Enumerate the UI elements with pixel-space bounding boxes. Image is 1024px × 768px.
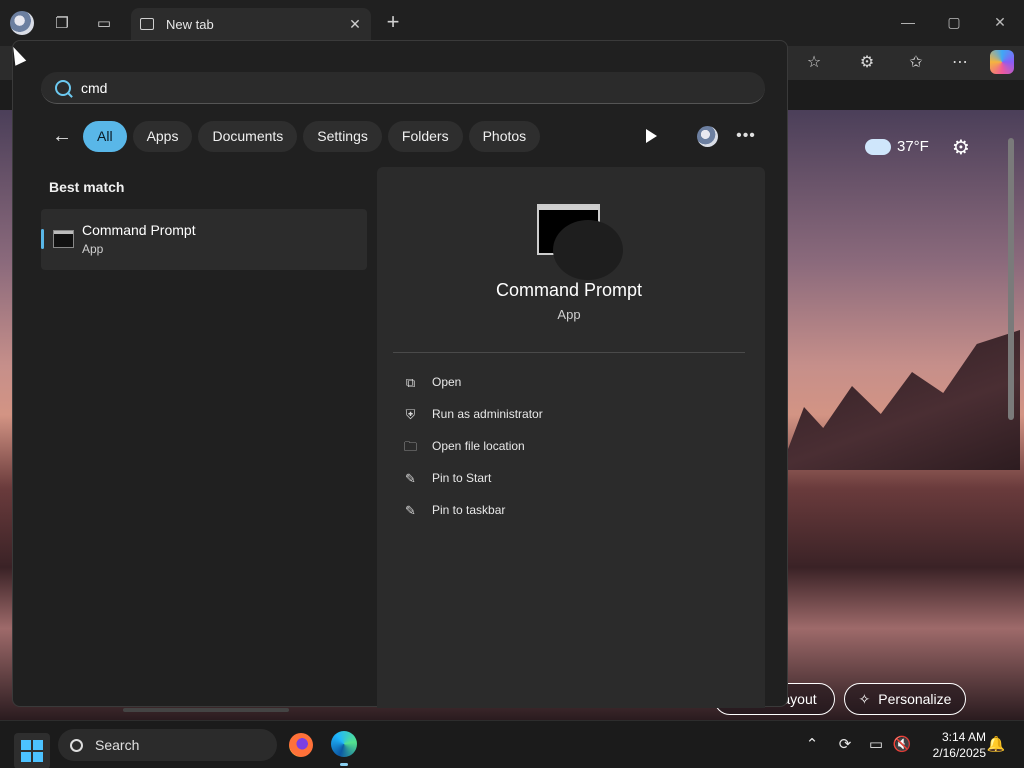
pin-icon: ✎ [405, 470, 416, 486]
close-tab-icon[interactable]: ✕ [347, 16, 363, 32]
personalize-icon: ✧ [858, 690, 871, 707]
search-icon [70, 738, 83, 752]
browser-profile-avatar[interactable] [10, 11, 34, 35]
taskbar-search-label: Search [95, 737, 140, 753]
action-label: Pin to taskbar [432, 503, 506, 517]
action-open-file-location[interactable]: 🗀 Open file location [403, 436, 525, 456]
detail-title: Command Prompt [495, 280, 643, 300]
chip-documents[interactable]: Documents [198, 121, 298, 152]
detail-subtitle: App [557, 307, 581, 322]
result-detail-pane: Command Prompt App ⧉ Open ⛨ Run as admin… [377, 167, 765, 708]
favorite-star-icon[interactable]: ☆ [803, 52, 825, 74]
command-prompt-large-icon [537, 204, 623, 280]
shield-icon: ⛨ [405, 406, 416, 422]
more-options-icon[interactable]: ••• [735, 125, 757, 147]
extensions-icon[interactable]: ⚙ [856, 52, 878, 74]
workspaces-icon[interactable]: ❐ [50, 11, 74, 35]
result-title: Command Prompt [82, 222, 196, 238]
open-external-icon: ⧉ [405, 374, 416, 390]
more-options-icon[interactable]: ⋯ [949, 52, 971, 74]
pin-icon: ✎ [405, 502, 416, 518]
folder-icon: 🗀 [403, 438, 417, 454]
action-run-as-administrator[interactable]: ⛨ Run as administrator [403, 404, 543, 424]
sync-icon[interactable]: ⟳ [835, 735, 855, 755]
windows-logo-icon [21, 740, 43, 762]
account-avatar[interactable] [697, 126, 718, 147]
page-scrollbar[interactable] [1008, 138, 1014, 420]
play-icon[interactable] [643, 127, 659, 145]
copilot-icon[interactable] [990, 50, 1014, 74]
close-window-button[interactable]: ✕ [990, 12, 1010, 32]
flyout-scrollbar[interactable] [123, 708, 289, 712]
screen: ❐ ▭ New tab ✕ + — ▢ ✕ ☆ ⚙ ✩ ⋯ 37°F ⚙ ayo… [0, 0, 1024, 768]
time: 3:14 AM [941, 730, 986, 744]
tab-actions-icon[interactable]: ▭ [92, 11, 116, 35]
search-input[interactable] [81, 79, 681, 96]
action-label: Run as administrator [432, 407, 543, 421]
back-arrow-icon[interactable]: ← [51, 125, 73, 147]
command-prompt-icon [53, 230, 74, 248]
minimize-button[interactable]: — [898, 12, 918, 32]
chip-photos[interactable]: Photos [468, 121, 541, 152]
selection-indicator [41, 229, 44, 249]
date: 2/16/2025 [932, 746, 986, 760]
firefox-icon[interactable] [289, 733, 313, 757]
action-label: Pin to Start [432, 471, 492, 485]
start-button[interactable] [14, 733, 50, 768]
search-icon [55, 79, 71, 96]
personalize-button[interactable]: ✧ Personalize [844, 683, 966, 715]
search-box[interactable] [41, 72, 765, 104]
notification-bell-icon[interactable]: 🔔 [986, 735, 1006, 755]
action-label: Open [432, 375, 462, 389]
temperature: 37°F [897, 138, 929, 155]
action-pin-to-taskbar[interactable]: ✎ Pin to taskbar [403, 500, 505, 520]
network-icon[interactable]: ▭ [866, 735, 886, 755]
mountain-scenery [780, 330, 1020, 470]
chip-folders[interactable]: Folders [387, 121, 463, 152]
weather-widget[interactable]: 37°F [865, 138, 929, 155]
chevron-up-icon[interactable]: ⌃ [802, 735, 822, 755]
chip-all[interactable]: All [83, 121, 127, 152]
running-indicator [340, 763, 348, 766]
clock[interactable]: 3:14 AM 2/16/2025 [920, 729, 986, 761]
new-tab-button[interactable]: + [383, 11, 403, 33]
result-subtitle: App [82, 242, 104, 256]
tab-title: New tab [166, 16, 214, 32]
filter-chips: All Apps Documents Settings Folders Phot… [83, 121, 541, 152]
chip-apps[interactable]: Apps [132, 121, 193, 152]
favorites-icon[interactable]: ✩ [905, 52, 927, 74]
divider [393, 352, 745, 353]
edge-icon[interactable] [331, 731, 357, 757]
maximize-button[interactable]: ▢ [944, 12, 964, 32]
taskbar-search[interactable]: Search [58, 729, 277, 761]
best-match-heading: Best match [49, 179, 125, 195]
taskbar: Search ⌃ ⟳ ▭ 🔇 3:14 AM 2/16/2025 🔔 [0, 720, 1024, 768]
cloud-icon [865, 138, 891, 155]
personalize-label: Personalize [878, 691, 952, 707]
action-open[interactable]: ⧉ Open [403, 372, 462, 392]
action-pin-to-start[interactable]: ✎ Pin to Start [403, 468, 491, 488]
new-tab-page-icon [140, 18, 154, 30]
chip-settings[interactable]: Settings [303, 121, 382, 152]
volume-muted-icon[interactable]: 🔇 [892, 735, 912, 755]
best-match-result[interactable]: Command Prompt App [41, 209, 367, 270]
search-flyout: ← All Apps Documents Settings Folders Ph… [12, 40, 788, 712]
action-label: Open file location [432, 439, 525, 453]
tab-new-tab[interactable]: New tab ✕ [131, 8, 371, 40]
page-settings-gear-icon[interactable]: ⚙ [950, 137, 972, 159]
